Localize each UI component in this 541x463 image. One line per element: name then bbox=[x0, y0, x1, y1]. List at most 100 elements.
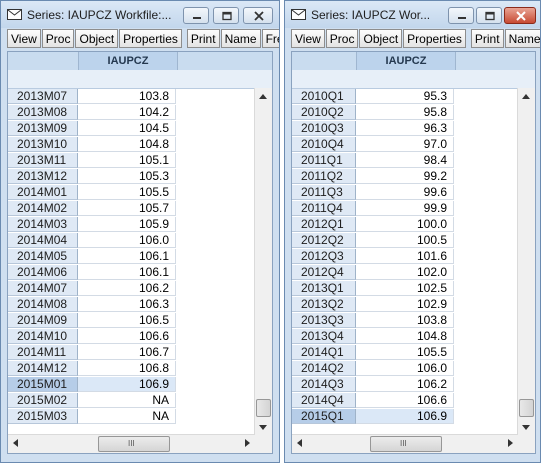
row-value-cell[interactable]: 103.8 bbox=[78, 89, 176, 104]
row-value-cell[interactable]: 105.9 bbox=[78, 217, 176, 232]
row-value-cell[interactable]: 105.5 bbox=[78, 185, 176, 200]
row-date-label[interactable]: 2012Q4 bbox=[292, 265, 356, 280]
row-date-label[interactable]: 2014Q4 bbox=[292, 393, 356, 408]
row-value-cell[interactable]: 104.5 bbox=[78, 121, 176, 136]
scroll-right-arrow-icon[interactable] bbox=[245, 439, 250, 447]
row-value-cell[interactable]: 95.8 bbox=[356, 105, 454, 120]
row-value-cell[interactable]: 106.0 bbox=[356, 361, 454, 376]
row-value-cell[interactable]: 99.6 bbox=[356, 185, 454, 200]
properties-button[interactable]: Properties bbox=[119, 29, 182, 48]
row-value-cell[interactable]: 106.6 bbox=[356, 393, 454, 408]
row-date-label[interactable]: 2014M02 bbox=[8, 201, 78, 216]
row-value-cell[interactable]: 105.7 bbox=[78, 201, 176, 216]
horizontal-scroll-thumb[interactable]: III bbox=[98, 436, 170, 452]
vertical-scroll-thumb[interactable] bbox=[519, 399, 534, 417]
print-button[interactable]: Print bbox=[470, 29, 504, 48]
scroll-up-arrow-icon[interactable] bbox=[259, 94, 267, 99]
freeze-button[interactable]: Freeze bbox=[261, 29, 279, 48]
row-date-label[interactable]: 2011Q4 bbox=[292, 201, 356, 216]
row-value-cell[interactable]: 104.8 bbox=[356, 329, 454, 344]
name-button[interactable]: Name bbox=[504, 29, 540, 48]
close-button[interactable] bbox=[504, 7, 536, 24]
scroll-right-arrow-icon[interactable] bbox=[508, 439, 513, 447]
vertical-scrollbar[interactable] bbox=[517, 88, 535, 435]
proc-button[interactable]: Proc bbox=[325, 29, 359, 48]
row-date-label[interactable]: 2014Q2 bbox=[292, 361, 356, 376]
row-value-cell[interactable]: 102.5 bbox=[356, 281, 454, 296]
restore-button[interactable] bbox=[213, 7, 239, 24]
row-date-label[interactable]: 2015M02 bbox=[8, 393, 78, 408]
row-value-cell[interactable]: 105.1 bbox=[78, 153, 176, 168]
row-value-cell[interactable]: 106.2 bbox=[356, 377, 454, 392]
row-date-label[interactable]: 2013M10 bbox=[8, 137, 78, 152]
vertical-scrollbar[interactable] bbox=[254, 88, 272, 435]
horizontal-scrollbar[interactable]: III bbox=[292, 434, 518, 453]
row-date-label[interactable]: 2013Q2 bbox=[292, 297, 356, 312]
row-value-cell[interactable]: 97.0 bbox=[356, 137, 454, 152]
row-value-cell[interactable]: 105.5 bbox=[356, 345, 454, 360]
row-date-label[interactable]: 2014M08 bbox=[8, 297, 78, 312]
row-date-label[interactable]: 2014Q3 bbox=[292, 377, 356, 392]
row-value-cell[interactable]: 102.9 bbox=[356, 297, 454, 312]
row-date-label[interactable]: 2014M07 bbox=[8, 281, 78, 296]
row-date-label[interactable]: 2013M11 bbox=[8, 153, 78, 168]
row-date-label[interactable]: 2011Q3 bbox=[292, 185, 356, 200]
row-date-label[interactable]: 2013Q4 bbox=[292, 329, 356, 344]
row-value-cell[interactable]: 103.8 bbox=[356, 313, 454, 328]
row-date-label[interactable]: 2013Q1 bbox=[292, 281, 356, 296]
row-date-label[interactable]: 2013M09 bbox=[8, 121, 78, 136]
horizontal-scroll-thumb[interactable]: III bbox=[370, 436, 442, 452]
row-value-cell[interactable]: 98.4 bbox=[356, 153, 454, 168]
row-value-cell[interactable]: 105.3 bbox=[78, 169, 176, 184]
row-date-label[interactable]: 2010Q2 bbox=[292, 105, 356, 120]
row-value-cell[interactable]: 101.6 bbox=[356, 249, 454, 264]
row-date-label[interactable]: 2014M03 bbox=[8, 217, 78, 232]
row-value-cell[interactable]: 106.9 bbox=[356, 409, 454, 424]
row-value-cell[interactable]: 106.6 bbox=[78, 329, 176, 344]
row-value-cell[interactable]: 106.1 bbox=[78, 249, 176, 264]
row-value-cell[interactable]: 100.5 bbox=[356, 233, 454, 248]
row-date-label[interactable]: 2015M01 bbox=[8, 377, 78, 392]
print-button[interactable]: Print bbox=[186, 29, 220, 48]
row-value-cell[interactable]: 100.0 bbox=[356, 217, 454, 232]
view-button[interactable]: View bbox=[291, 29, 325, 48]
row-value-cell[interactable]: 106.1 bbox=[78, 265, 176, 280]
scroll-down-arrow-icon[interactable] bbox=[522, 425, 530, 430]
row-value-cell[interactable]: 106.2 bbox=[78, 281, 176, 296]
row-value-cell[interactable]: 106.5 bbox=[78, 313, 176, 328]
row-value-cell[interactable]: 106.0 bbox=[78, 233, 176, 248]
row-value-cell[interactable]: 96.3 bbox=[356, 121, 454, 136]
name-button[interactable]: Name bbox=[220, 29, 261, 48]
row-value-cell[interactable]: 106.7 bbox=[78, 345, 176, 360]
row-date-label[interactable]: 2014M09 bbox=[8, 313, 78, 328]
scroll-left-arrow-icon[interactable] bbox=[13, 439, 18, 447]
row-date-label[interactable]: 2014M01 bbox=[8, 185, 78, 200]
row-date-label[interactable]: 2012Q3 bbox=[292, 249, 356, 264]
row-date-label[interactable]: 2014Q1 bbox=[292, 345, 356, 360]
row-value-cell[interactable]: 99.2 bbox=[356, 169, 454, 184]
scroll-down-arrow-icon[interactable] bbox=[259, 425, 267, 430]
column-header[interactable]: IAUPCZ bbox=[78, 52, 178, 70]
proc-button[interactable]: Proc bbox=[41, 29, 75, 48]
row-date-label[interactable]: 2014M10 bbox=[8, 329, 78, 344]
row-date-label[interactable]: 2014M06 bbox=[8, 265, 78, 280]
column-header[interactable]: IAUPCZ bbox=[356, 52, 456, 70]
scroll-up-arrow-icon[interactable] bbox=[522, 94, 530, 99]
row-value-cell[interactable]: 99.9 bbox=[356, 201, 454, 216]
row-date-label[interactable]: 2013M12 bbox=[8, 169, 78, 184]
row-value-cell[interactable]: 95.3 bbox=[356, 89, 454, 104]
row-value-cell[interactable]: NA bbox=[78, 393, 176, 408]
window-titlebar[interactable]: Series: IAUPCZ Workfile:... bbox=[1, 1, 279, 28]
row-date-label[interactable]: 2012Q1 bbox=[292, 217, 356, 232]
row-date-label[interactable]: 2012Q2 bbox=[292, 233, 356, 248]
row-value-cell[interactable]: 106.8 bbox=[78, 361, 176, 376]
row-date-label[interactable]: 2010Q3 bbox=[292, 121, 356, 136]
row-date-label[interactable]: 2013M07 bbox=[8, 89, 78, 104]
row-date-label[interactable]: 2014M12 bbox=[8, 361, 78, 376]
window-titlebar[interactable]: Series: IAUPCZ Wor... bbox=[285, 1, 540, 28]
row-value-cell[interactable]: NA bbox=[78, 409, 176, 424]
vertical-scroll-thumb[interactable] bbox=[256, 399, 271, 417]
row-date-label[interactable]: 2011Q1 bbox=[292, 153, 356, 168]
row-date-label[interactable]: 2014M11 bbox=[8, 345, 78, 360]
row-value-cell[interactable]: 106.9 bbox=[78, 377, 176, 392]
